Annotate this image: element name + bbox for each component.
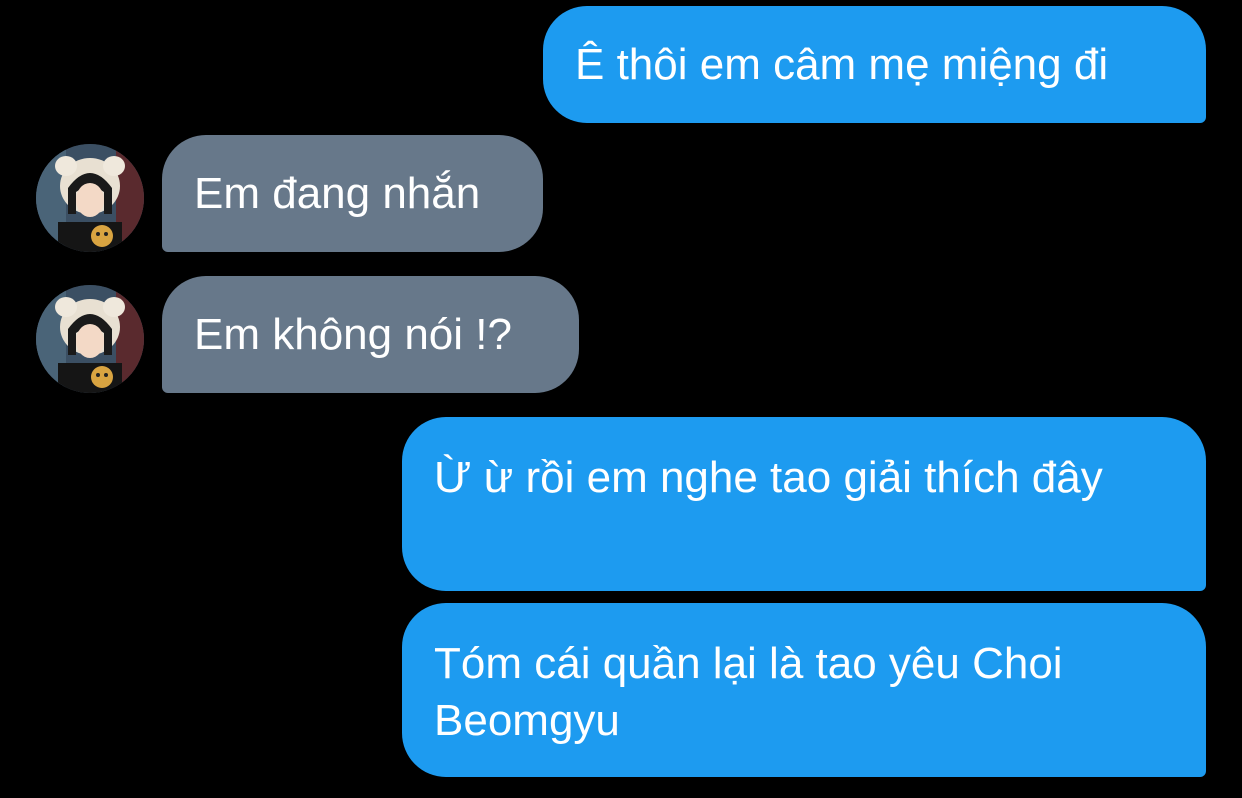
- chat-thread: Ê thôi em câm mẹ miệng đi Em đang nhắn E…: [0, 0, 1242, 798]
- profile-photo-icon: [36, 285, 144, 393]
- contact-avatar[interactable]: [36, 285, 144, 393]
- message-text: Ừ ừ rồi em nghe tao giải thích đây: [434, 453, 1103, 502]
- sent-message-bubble[interactable]: Ê thôi em câm mẹ miệng đi: [543, 6, 1206, 123]
- message-text: Tóm cái quần lại là tao yêu Choi Beomgyu: [434, 639, 1075, 745]
- message-text: Ê thôi em câm mẹ miệng đi: [575, 40, 1109, 89]
- contact-avatar[interactable]: [36, 144, 144, 252]
- sent-message-bubble[interactable]: Ừ ừ rồi em nghe tao giải thích đây: [402, 417, 1206, 591]
- received-message-bubble[interactable]: Em không nói !?: [162, 276, 579, 393]
- message-text: Em đang nhắn: [194, 169, 481, 218]
- received-message-bubble[interactable]: Em đang nhắn: [162, 135, 543, 252]
- profile-photo-icon: [36, 144, 144, 252]
- sent-message-bubble[interactable]: Tóm cái quần lại là tao yêu Choi Beomgyu: [402, 603, 1206, 777]
- message-text: Em không nói !?: [194, 310, 512, 359]
